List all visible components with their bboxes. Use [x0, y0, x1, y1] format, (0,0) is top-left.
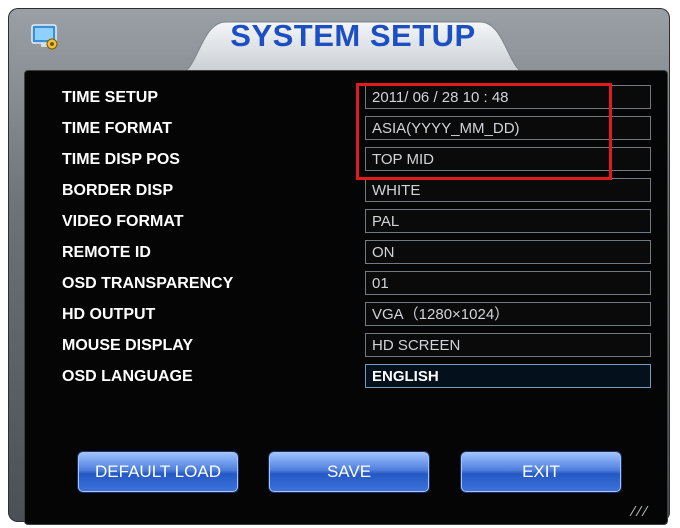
- remote-id-field[interactable]: ON: [365, 240, 651, 264]
- osd-transparency-field[interactable]: 01: [365, 271, 651, 295]
- setting-row-osd-transparency: OSD TRANSPARENCY 01: [25, 271, 667, 297]
- border-disp-field[interactable]: WHITE: [365, 178, 651, 202]
- mouse-display-field[interactable]: HD SCREEN: [365, 333, 651, 357]
- setting-row-remote-id: REMOTE ID ON: [25, 240, 667, 266]
- setting-label: REMOTE ID: [62, 244, 151, 261]
- setting-row-video-format: VIDEO FORMAT PAL: [25, 209, 667, 235]
- hd-output-field[interactable]: VGA（1280×1024）: [365, 302, 651, 326]
- highlight-box: [356, 83, 612, 180]
- setting-label: BORDER DISP: [62, 182, 174, 199]
- setting-row-osd-language: OSD LANGUAGE ENGLISH: [25, 364, 667, 390]
- setting-label: TIME DISP POS: [62, 151, 180, 168]
- default-load-button[interactable]: DEFAULT LOAD: [78, 452, 238, 492]
- resize-grip-icon[interactable]: [626, 506, 652, 516]
- video-format-field[interactable]: PAL: [365, 209, 651, 233]
- setting-label: MOUSE DISPLAY: [62, 337, 193, 354]
- settings-panel: TIME SETUP 2011/ 06 / 28 10 : 48 TIME FO…: [24, 70, 668, 525]
- setting-label: TIME FORMAT: [62, 120, 172, 137]
- exit-button[interactable]: EXIT: [461, 452, 621, 492]
- save-button[interactable]: SAVE: [269, 452, 429, 492]
- setting-row-hd-output: HD OUTPUT VGA（1280×1024）: [25, 302, 667, 328]
- setting-label: OSD LANGUAGE: [62, 368, 193, 385]
- osd-language-field[interactable]: ENGLISH: [365, 364, 651, 388]
- setting-row-mouse-display: MOUSE DISPLAY HD SCREEN: [25, 333, 667, 359]
- setting-label: OSD TRANSPARENCY: [62, 275, 234, 292]
- window-frame: SYSTEM SETUP TIME SETUP 2011/ 06 / 28 10…: [8, 8, 670, 525]
- setting-label: VIDEO FORMAT: [62, 213, 184, 230]
- monitor-gear-icon: [30, 22, 60, 52]
- setting-row-border-disp: BORDER DISP WHITE: [25, 178, 667, 204]
- setting-label: HD OUTPUT: [62, 306, 156, 323]
- setting-label: TIME SETUP: [62, 89, 159, 106]
- page-title: SYSTEM SETUP: [230, 18, 476, 53]
